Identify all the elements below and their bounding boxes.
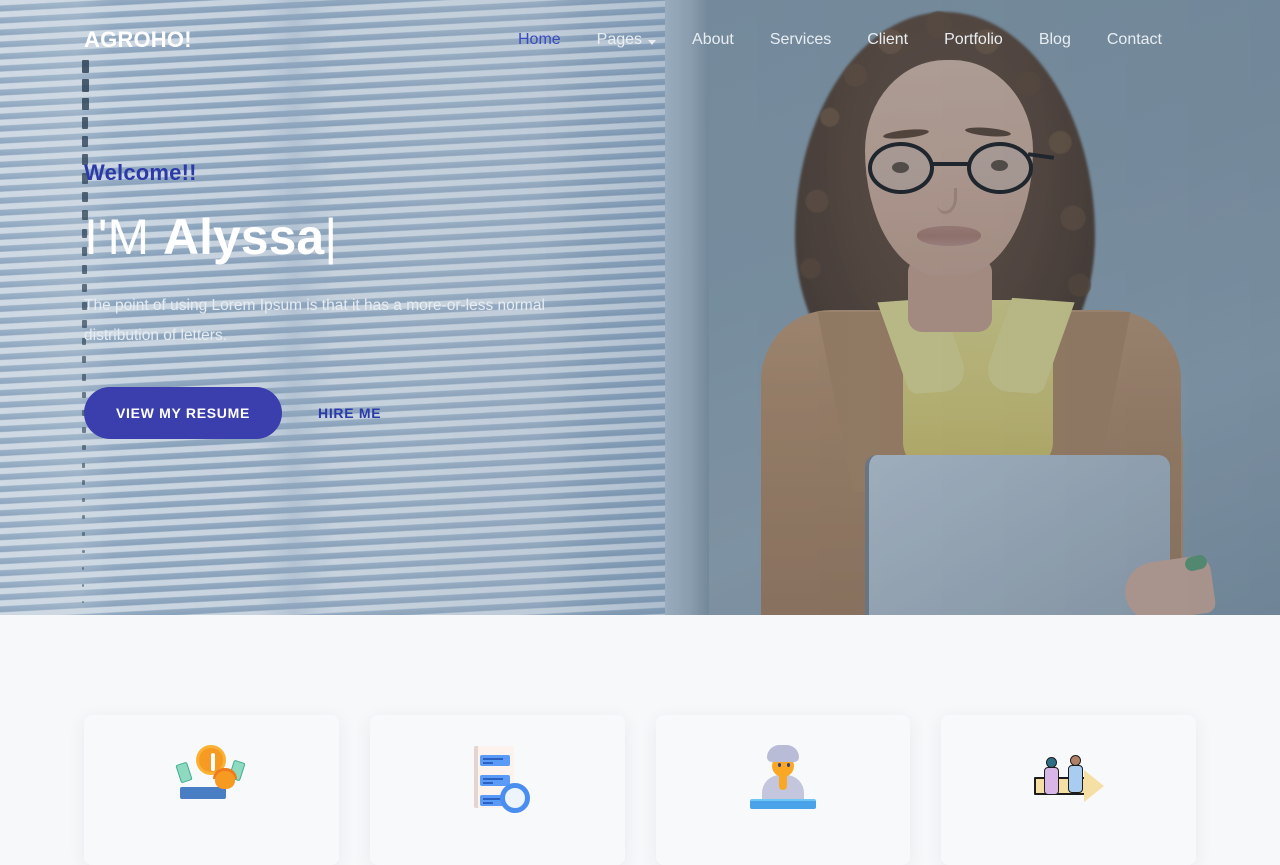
nav-menu: Home Pages About Services Client Portfol… bbox=[500, 31, 1180, 49]
nav-label-client: Client bbox=[867, 31, 909, 48]
nav-label-home: Home bbox=[517, 31, 561, 48]
view-my-resume-button[interactable]: VIEW MY RESUME bbox=[84, 387, 283, 440]
person-desk-icon bbox=[746, 743, 820, 817]
nav-item-pages[interactable]: Pages bbox=[579, 31, 674, 49]
feature-card-3[interactable] bbox=[655, 715, 911, 865]
feature-cards-row bbox=[84, 715, 1196, 865]
nav-item-contact[interactable]: Contact bbox=[1089, 31, 1180, 49]
typing-cursor: | bbox=[324, 209, 338, 265]
team-arrow-icon bbox=[1032, 743, 1106, 817]
nav-item-client[interactable]: Client bbox=[849, 31, 926, 49]
nav-item-about[interactable]: About bbox=[674, 31, 752, 49]
nav-label-about: About bbox=[692, 31, 734, 48]
resume-document-icon bbox=[460, 743, 534, 817]
features-section bbox=[0, 615, 1280, 865]
nav-item-blog[interactable]: Blog bbox=[1021, 31, 1089, 49]
hero-welcome-text: Welcome!! bbox=[84, 160, 197, 185]
nav-item-services[interactable]: Services bbox=[752, 31, 849, 49]
nav-label-services: Services bbox=[769, 31, 832, 48]
feature-card-1[interactable] bbox=[84, 715, 339, 865]
nav-item-portfolio[interactable]: Portfolio bbox=[926, 31, 1021, 49]
nav-item-home[interactable]: Home bbox=[500, 31, 579, 49]
hero-description: The point of using Lorem Ipsum is that i… bbox=[84, 297, 545, 345]
nav-label-portfolio: Portfolio bbox=[944, 31, 1003, 48]
feature-card-2[interactable] bbox=[369, 715, 625, 865]
hero-content: Welcome!! I'M Alyssa| The point of using… bbox=[84, 160, 644, 440]
hero-cta-row: VIEW MY RESUME HIRE ME bbox=[84, 387, 644, 440]
hero-section: AGROHO! Home Pages About Services Client… bbox=[0, 0, 1280, 615]
nav-label-pages: Pages bbox=[596, 31, 643, 48]
hero-headline: I'M Alyssa| bbox=[84, 210, 644, 265]
nav-label-contact: Contact bbox=[1106, 31, 1162, 48]
nav-label-blog: Blog bbox=[1038, 31, 1071, 48]
headline-prefix: I'M bbox=[84, 209, 163, 265]
feature-card-4[interactable] bbox=[941, 715, 1196, 865]
hire-me-link[interactable]: HIRE ME bbox=[318, 405, 381, 421]
chevron-down-icon bbox=[648, 39, 657, 45]
coin-money-icon bbox=[174, 743, 248, 817]
main-navigation-bar: AGROHO! Home Pages About Services Client… bbox=[0, 0, 1280, 80]
site-logo[interactable]: AGROHO! bbox=[84, 27, 192, 53]
headline-name: Alyssa bbox=[162, 209, 325, 265]
